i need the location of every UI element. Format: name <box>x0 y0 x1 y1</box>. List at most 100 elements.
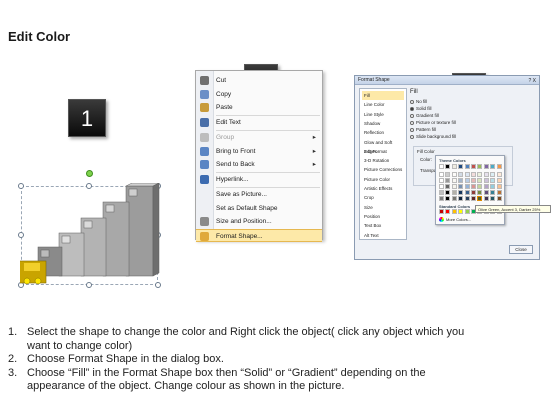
color-swatch[interactable] <box>445 184 451 189</box>
color-swatch[interactable] <box>483 196 489 201</box>
fill-option[interactable]: Picture or texture fill <box>410 120 456 126</box>
context-menu-item[interactable]: Set as Default Shape <box>196 202 322 215</box>
context-menu-item[interactable]: Save as Picture... <box>196 188 322 201</box>
color-swatch[interactable] <box>439 178 444 183</box>
color-swatch[interactable] <box>471 184 476 189</box>
radio-button[interactable] <box>410 106 414 111</box>
dialog-nav-item[interactable]: Reflection <box>362 128 404 137</box>
color-swatch[interactable] <box>439 172 444 177</box>
fill-option[interactable]: No fill <box>410 99 427 105</box>
dialog-nav-item[interactable]: Alt Text <box>362 231 404 240</box>
context-menu-item[interactable]: Bring to Front ▸ <box>196 145 322 158</box>
dialog-nav-item[interactable]: Picture Corrections <box>362 165 404 174</box>
standard-color-swatch[interactable] <box>439 209 444 214</box>
color-swatch[interactable] <box>451 184 457 189</box>
color-swatch[interactable] <box>496 178 502 183</box>
radio-button[interactable] <box>410 134 414 139</box>
fill-option[interactable]: Slide background fill <box>410 134 456 140</box>
standard-color-swatch[interactable] <box>451 209 457 214</box>
dialog-nav-item[interactable]: 3-D Format <box>362 147 404 156</box>
radio-button[interactable] <box>410 113 414 118</box>
color-swatch[interactable] <box>445 172 451 177</box>
fill-option[interactable]: Pattern fill <box>410 127 436 133</box>
context-menu-item[interactable]: Copy <box>196 88 322 101</box>
radio-button[interactable] <box>410 127 414 132</box>
dialog-nav-item[interactable]: Position <box>362 212 404 221</box>
color-swatch[interactable] <box>445 190 451 195</box>
color-swatch[interactable] <box>490 164 496 169</box>
color-swatch[interactable] <box>483 178 489 183</box>
color-swatch[interactable] <box>471 178 476 183</box>
color-swatch[interactable] <box>483 190 489 195</box>
color-swatch[interactable] <box>458 184 464 189</box>
radio-button[interactable] <box>410 120 414 125</box>
color-swatch[interactable] <box>458 190 464 195</box>
context-menu-item[interactable]: Send to Back ▸ <box>196 158 322 171</box>
dialog-nav-item[interactable]: 3-D Rotation <box>362 156 404 165</box>
context-menu-item[interactable]: Group ▸ <box>196 131 322 144</box>
color-swatch[interactable] <box>458 196 464 201</box>
context-menu-item[interactable]: Size and Position... <box>196 215 322 228</box>
color-swatch[interactable] <box>496 172 502 177</box>
fill-option[interactable]: Solid fill <box>410 106 432 112</box>
dialog-nav-item[interactable]: Text Box <box>362 221 404 230</box>
color-swatch[interactable] <box>458 172 464 177</box>
color-swatch[interactable] <box>471 190 476 195</box>
color-swatch[interactable] <box>483 172 489 177</box>
color-swatch[interactable] <box>496 164 502 169</box>
color-swatch[interactable] <box>490 184 496 189</box>
color-swatch[interactable] <box>451 172 457 177</box>
dialog-title-buttons[interactable]: ? X <box>528 77 536 86</box>
color-swatch[interactable] <box>464 172 470 177</box>
more-colors-link[interactable]: More Colors... <box>446 217 471 222</box>
close-button[interactable]: Close <box>509 245 533 254</box>
color-swatch[interactable] <box>439 190 444 195</box>
color-swatch[interactable] <box>477 190 483 195</box>
color-swatch[interactable] <box>496 190 502 195</box>
color-swatch[interactable] <box>496 184 502 189</box>
dialog-nav-item[interactable]: Artistic Effects <box>362 184 404 193</box>
color-swatch[interactable] <box>451 190 457 195</box>
color-swatch[interactable] <box>490 190 496 195</box>
rotation-handle[interactable] <box>86 170 93 177</box>
color-swatch[interactable] <box>471 196 476 201</box>
color-swatch[interactable] <box>445 196 451 201</box>
color-swatch[interactable] <box>464 164 470 169</box>
color-swatch[interactable] <box>490 196 496 201</box>
color-swatch[interactable] <box>458 164 464 169</box>
color-swatch[interactable] <box>464 184 470 189</box>
color-swatch[interactable] <box>451 164 457 169</box>
fill-option[interactable]: Gradient fill <box>410 113 439 119</box>
color-swatch[interactable] <box>477 178 483 183</box>
color-swatch[interactable] <box>451 178 457 183</box>
color-swatch[interactable] <box>471 164 476 169</box>
dialog-nav-item[interactable]: Shadow <box>362 119 404 128</box>
context-menu-item[interactable]: Paste <box>196 101 322 114</box>
color-swatch[interactable] <box>464 190 470 195</box>
color-swatch[interactable] <box>439 164 444 169</box>
dialog-nav-item[interactable]: Line Style <box>362 110 404 119</box>
color-swatch[interactable] <box>471 172 476 177</box>
dialog-nav-item[interactable]: Size <box>362 203 404 212</box>
color-swatch[interactable] <box>477 184 483 189</box>
color-swatch[interactable] <box>464 196 470 201</box>
color-swatch[interactable] <box>477 196 483 201</box>
context-menu-item[interactable]: Edit Text <box>196 116 322 129</box>
color-swatch[interactable] <box>439 196 444 201</box>
context-menu-item[interactable]: Cut <box>196 74 322 87</box>
standard-color-swatch[interactable] <box>464 209 470 214</box>
color-swatch[interactable] <box>451 196 457 201</box>
color-swatch[interactable] <box>458 178 464 183</box>
color-swatch[interactable] <box>496 196 502 201</box>
dialog-nav-item[interactable]: Picture Color <box>362 175 404 184</box>
dialog-nav-item[interactable]: Crop <box>362 193 404 202</box>
standard-color-swatch[interactable] <box>458 209 464 214</box>
color-swatch[interactable] <box>464 178 470 183</box>
color-swatch[interactable] <box>483 184 489 189</box>
color-swatch[interactable] <box>439 184 444 189</box>
radio-button[interactable] <box>410 99 414 104</box>
color-swatch[interactable] <box>490 178 496 183</box>
dialog-nav-item[interactable]: Line Color <box>362 100 404 109</box>
color-swatch[interactable] <box>477 164 483 169</box>
context-menu-item[interactable]: Hyperlink... <box>196 173 322 186</box>
